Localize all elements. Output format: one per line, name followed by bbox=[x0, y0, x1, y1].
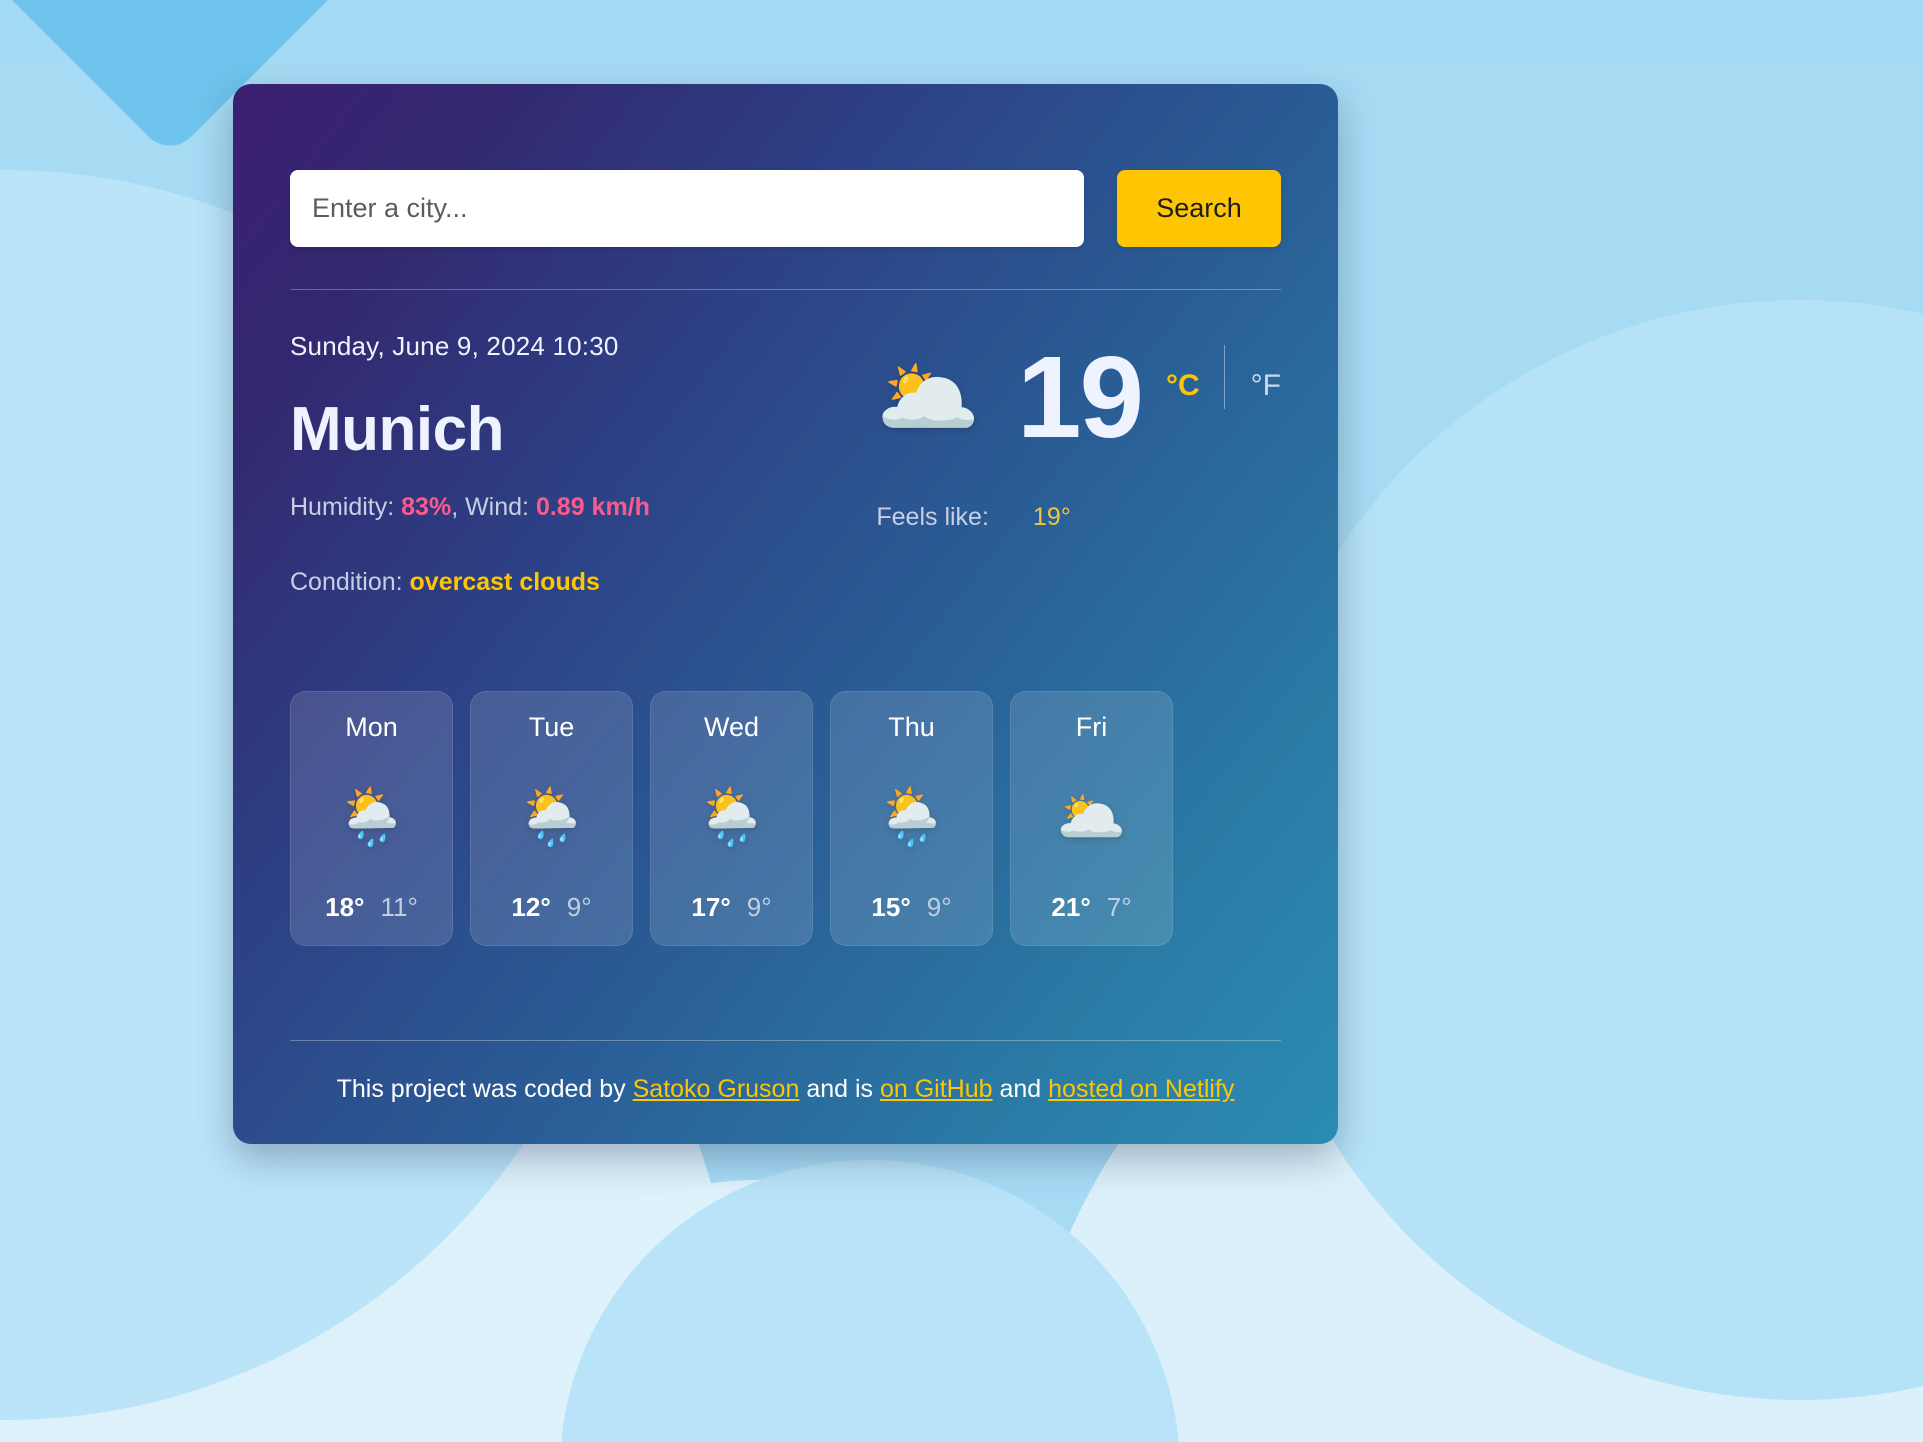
forecast-day-label: Mon bbox=[345, 712, 398, 742]
forecast-temperatures: 12° 9° bbox=[511, 892, 591, 923]
github-link[interactable]: on GitHub bbox=[880, 1075, 993, 1103]
humidity-wind-line: Humidity: 83%, Wind: 0.89 km/h bbox=[290, 493, 816, 522]
netlify-link[interactable]: hosted on Netlify bbox=[1048, 1075, 1234, 1103]
current-temperature-value: 19 bbox=[1016, 332, 1144, 462]
forecast-min-temp: 9° bbox=[566, 892, 592, 922]
wind-value: 0.89 km/h bbox=[535, 493, 650, 521]
condition-value: overcast clouds bbox=[409, 568, 600, 596]
humidity-label: Humidity: bbox=[290, 493, 395, 521]
sun-behind-rain-cloud-icon: 🌦️ bbox=[696, 785, 767, 848]
forecast-max-temp: 12° bbox=[511, 892, 551, 922]
overcast-clouds-icon: 🌥️ bbox=[1056, 785, 1127, 848]
forecast-temperatures: 21° 7° bbox=[1051, 892, 1131, 923]
forecast-row: Mon 🌦️ 18° 11° Tue 🌦️ 12° 9° Wed 🌦️ 17° 9° Thu 🌦️ 15° 9… bbox=[290, 691, 1281, 946]
current-weather-section: Sunday, June 9, 2024 10:30 Munich Humidi… bbox=[290, 331, 1281, 597]
forecast-temperatures: 17° 9° bbox=[691, 892, 771, 923]
feels-like-row: Feels like: 19° bbox=[876, 503, 1281, 532]
wind-label: , Wind: bbox=[451, 493, 529, 521]
footer-credits: This project was coded by Satoko Gruson … bbox=[290, 1041, 1281, 1144]
forecast-max-temp: 21° bbox=[1051, 892, 1091, 922]
forecast-min-temp: 9° bbox=[926, 892, 952, 922]
feels-like-value: 19° bbox=[1032, 503, 1071, 531]
forecast-max-temp: 18° bbox=[325, 892, 365, 922]
condition-line: Condition: overcast clouds bbox=[290, 568, 816, 597]
sun-behind-rain-cloud-icon: 🌦️ bbox=[336, 785, 407, 848]
forecast-day-label: Fri bbox=[1075, 712, 1108, 742]
forecast-day-label: Wed bbox=[703, 712, 760, 742]
header-divider bbox=[290, 289, 1281, 290]
search-form: Search bbox=[290, 170, 1281, 247]
weather-widget: Search Sunday, June 9, 2024 10:30 Munich… bbox=[233, 84, 1338, 1144]
current-timestamp: Sunday, June 9, 2024 10:30 bbox=[290, 331, 619, 361]
forecast-temperatures: 15° 9° bbox=[871, 892, 951, 923]
current-weather-details: Sunday, June 9, 2024 10:30 Munich Humidi… bbox=[290, 331, 816, 597]
forecast-card: Fri 🌥️ 21° 7° bbox=[1010, 691, 1173, 946]
forecast-day-label: Tue bbox=[528, 712, 575, 742]
forecast-temperatures: 18° 11° bbox=[325, 892, 418, 923]
city-search-input[interactable] bbox=[290, 170, 1084, 247]
forecast-day-label: Thu bbox=[888, 712, 935, 742]
temperature-block: 🌥️ 19 °C °F bbox=[876, 339, 1281, 455]
overcast-clouds-icon: 🌥️ bbox=[876, 350, 981, 444]
unit-divider bbox=[1223, 345, 1225, 409]
feels-like-label: Feels like: bbox=[876, 503, 989, 531]
sun-behind-rain-cloud-icon: 🌦️ bbox=[516, 785, 587, 848]
unit-celsius-link[interactable]: °C bbox=[1166, 369, 1200, 403]
sun-behind-rain-cloud-icon: 🌦️ bbox=[876, 785, 947, 848]
author-link[interactable]: Satoko Gruson bbox=[633, 1075, 800, 1103]
forecast-card: Mon 🌦️ 18° 11° bbox=[290, 691, 453, 946]
forecast-max-temp: 17° bbox=[691, 892, 731, 922]
footer-section: This project was coded by Satoko Gruson … bbox=[290, 1040, 1281, 1144]
forecast-card: Thu 🌦️ 15° 9° bbox=[830, 691, 993, 946]
forecast-min-temp: 9° bbox=[746, 892, 772, 922]
unit-fahrenheit-link[interactable]: °F bbox=[1251, 369, 1281, 403]
search-button[interactable]: Search bbox=[1117, 170, 1281, 247]
footer-text-middle-1: and is bbox=[799, 1075, 880, 1103]
current-temperature-panel: 🌥️ 19 °C °F Feels like: 19° bbox=[816, 331, 1281, 597]
forecast-card: Tue 🌦️ 12° 9° bbox=[470, 691, 633, 946]
city-name: Munich bbox=[290, 395, 504, 464]
forecast-max-temp: 15° bbox=[871, 892, 911, 922]
forecast-min-temp: 11° bbox=[380, 892, 418, 922]
footer-text-middle-2: and bbox=[992, 1075, 1049, 1103]
forecast-min-temp: 7° bbox=[1106, 892, 1132, 922]
forecast-card: Wed 🌦️ 17° 9° bbox=[650, 691, 813, 946]
condition-label: Condition: bbox=[290, 568, 403, 596]
footer-text-start: This project was coded by bbox=[336, 1075, 633, 1103]
humidity-value: 83% bbox=[401, 493, 452, 521]
